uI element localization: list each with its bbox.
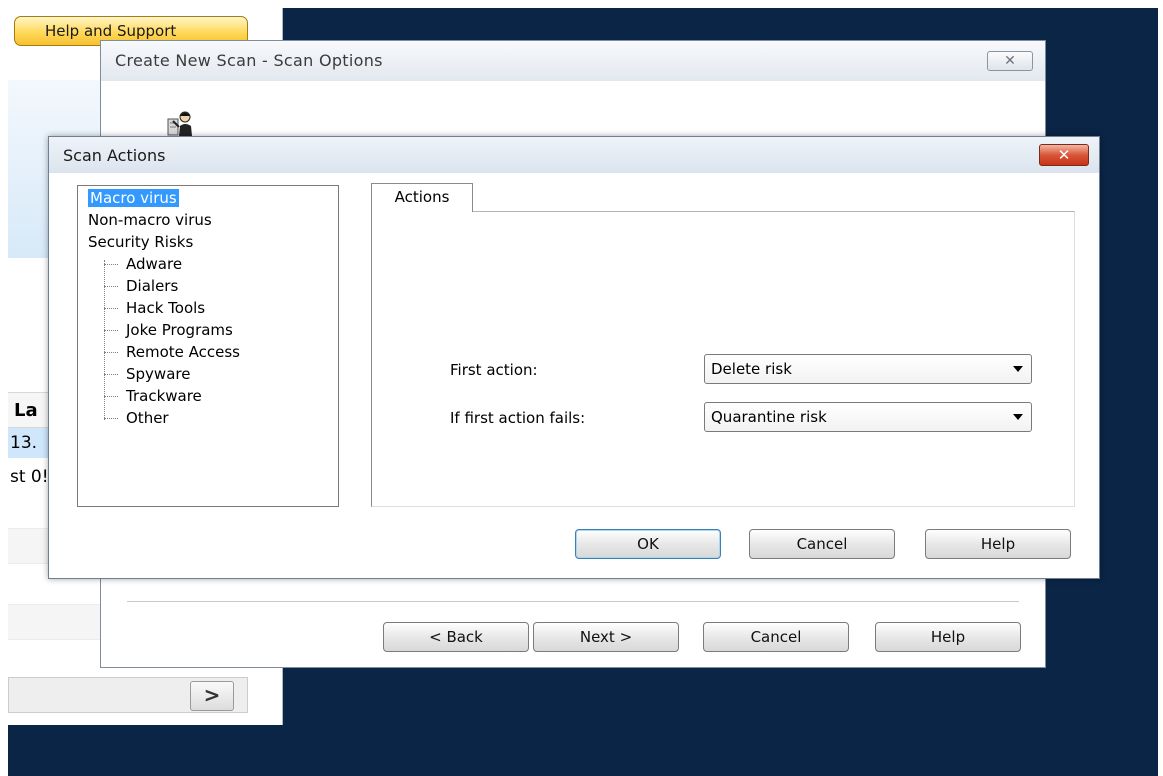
first-action-label: First action:: [450, 361, 538, 379]
tree-item-non-macro-virus[interactable]: Non-macro virus: [88, 210, 212, 230]
first-action-select[interactable]: Delete risk: [704, 354, 1032, 384]
tree-item-dialers[interactable]: Dialers: [126, 276, 178, 296]
tree-item-label: Joke Programs: [126, 321, 233, 339]
tree-item-label: Non-macro virus: [88, 211, 212, 229]
next-button[interactable]: Next >: [533, 622, 679, 652]
if-first-action-fails-label: If first action fails:: [450, 409, 586, 427]
if-first-action-fails-select[interactable]: Quarantine risk: [704, 402, 1032, 432]
scan-options-divider: [127, 601, 1019, 602]
tree-connector-line: [104, 396, 118, 397]
scan-options-title: Create New Scan - Scan Options: [115, 51, 383, 70]
tree-item-label: Spyware: [126, 365, 191, 383]
tree-item-adware[interactable]: Adware: [126, 254, 182, 274]
dropdown-arrow-icon: [1013, 414, 1023, 420]
wizard-person-icon: [167, 111, 192, 136]
tree-item-label: Trackware: [126, 387, 202, 405]
tree-item-other[interactable]: Other: [126, 408, 169, 428]
chevron-right-icon: >: [203, 683, 221, 707]
scan-options-close-button[interactable]: ✕: [987, 51, 1033, 71]
tree-item-label: Remote Access: [126, 343, 240, 361]
scan-actions-close-button[interactable]: ✕: [1039, 144, 1089, 166]
wizard-help-button[interactable]: Help: [875, 622, 1021, 652]
tree-connector-line: [104, 286, 118, 287]
tree-item-hack-tools[interactable]: Hack Tools: [126, 298, 205, 318]
tree-item-remote-access[interactable]: Remote Access: [126, 342, 240, 362]
tree-item-label: Other: [126, 409, 169, 427]
tree-connector-line: [104, 308, 118, 309]
risk-type-tree[interactable]: Macro virus Non-macro virus Security Ris…: [77, 185, 339, 507]
tree-item-joke-programs[interactable]: Joke Programs: [126, 320, 233, 340]
tree-item-macro-virus[interactable]: Macro virus: [88, 188, 179, 208]
scan-actions-dialog: Scan Actions ✕ Macro virus Non-macro vir…: [48, 136, 1100, 579]
close-icon: ✕: [1004, 53, 1016, 69]
scan-actions-title: Scan Actions: [63, 146, 166, 165]
tree-item-label: Dialers: [126, 277, 179, 295]
tree-item-trackware[interactable]: Trackware: [126, 386, 202, 406]
wizard-cancel-button[interactable]: Cancel: [703, 622, 849, 652]
scan-actions-titlebar[interactable]: Scan Actions ✕: [49, 137, 1099, 173]
tree-item-label: Security Risks: [88, 233, 194, 251]
tree-connector-line: [104, 418, 118, 419]
ok-button[interactable]: OK: [575, 529, 721, 559]
tree-item-label: Hack Tools: [126, 299, 206, 317]
scroll-right-button[interactable]: >: [190, 681, 234, 711]
if-first-action-fails-value: Quarantine risk: [711, 408, 827, 426]
tree-connector-line: [104, 374, 118, 375]
scan-options-titlebar[interactable]: Create New Scan - Scan Options ✕: [101, 41, 1045, 81]
actions-tab-panel: First action: Delete risk If first actio…: [371, 211, 1075, 507]
cancel-button[interactable]: Cancel: [749, 529, 895, 559]
tree-connector-line: [104, 330, 118, 331]
close-icon: ✕: [1057, 146, 1071, 164]
tree-item-label: Adware: [126, 255, 183, 273]
back-button[interactable]: < Back: [383, 622, 529, 652]
dropdown-arrow-icon: [1013, 366, 1023, 372]
tree-item-security-risks[interactable]: Security Risks: [88, 232, 193, 252]
tab-actions[interactable]: Actions: [371, 183, 473, 212]
tree-connector-line: [104, 264, 118, 265]
first-action-value: Delete risk: [711, 360, 792, 378]
tree-item-label: Macro virus: [88, 189, 179, 207]
help-button[interactable]: Help: [925, 529, 1071, 559]
tree-connector-line: [104, 352, 118, 353]
tree-item-spyware[interactable]: Spyware: [126, 364, 190, 384]
